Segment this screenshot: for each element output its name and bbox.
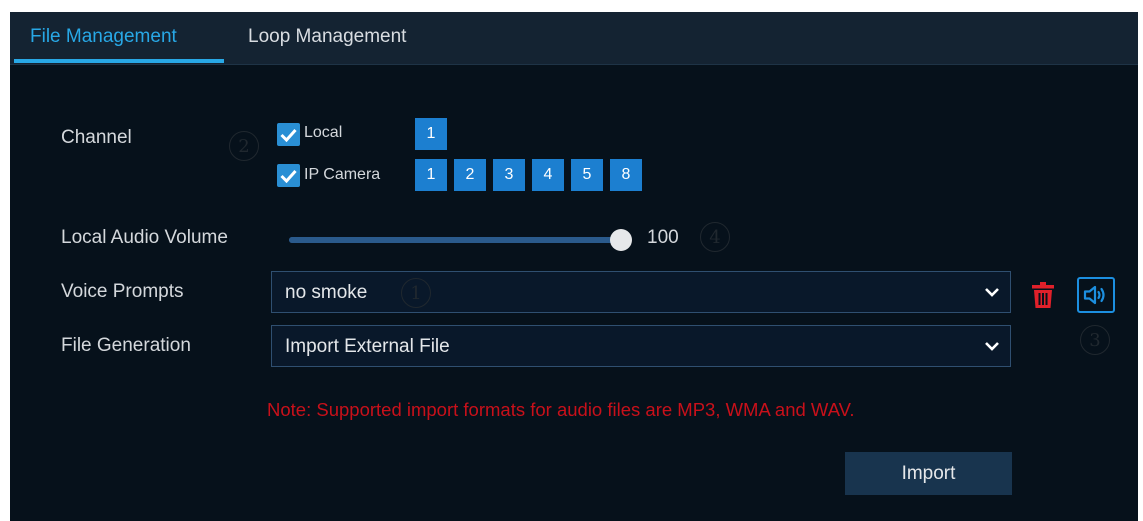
- volume-label: Local Audio Volume: [61, 227, 228, 248]
- ip-camera-label: IP Camera: [304, 166, 381, 183]
- tab-bar: File Management Loop Management: [10, 12, 1138, 65]
- ip-channel-3[interactable]: 3: [493, 159, 525, 191]
- chevron-down-icon: [984, 284, 1000, 305]
- local-checkbox[interactable]: [277, 123, 300, 146]
- local-channel-1[interactable]: 1: [415, 118, 447, 150]
- ip-channel-5[interactable]: 5: [571, 159, 603, 191]
- checkmark-icon: [280, 128, 297, 142]
- local-label: Local: [304, 124, 343, 141]
- import-button[interactable]: Import: [845, 452, 1012, 495]
- volume-slider-fill: [289, 237, 621, 243]
- import-format-note: Note: Supported import formats for audio…: [267, 399, 855, 420]
- volume-slider[interactable]: [289, 229, 632, 251]
- delete-button[interactable]: [1030, 280, 1056, 310]
- file-generation-select[interactable]: Import External File: [271, 325, 1011, 367]
- file-generation-label: File Generation: [61, 335, 191, 356]
- voice-prompts-value: no smoke: [285, 282, 368, 303]
- ip-channel-1[interactable]: 1: [415, 159, 447, 191]
- file-management-panel: File Management Loop Management Channel …: [10, 12, 1138, 521]
- ip-channel-2[interactable]: 2: [454, 159, 486, 191]
- active-tab-indicator: [14, 59, 224, 63]
- ip-channel-4[interactable]: 4: [532, 159, 564, 191]
- callout-marker-1: 1: [401, 278, 431, 308]
- ip-channel-8[interactable]: 8: [610, 159, 642, 191]
- callout-marker-3: 3: [1080, 325, 1110, 355]
- channel-label: Channel: [61, 127, 132, 148]
- tab-file-management[interactable]: File Management: [30, 26, 177, 48]
- callout-marker-4: 4: [700, 222, 730, 252]
- file-generation-value: Import External File: [285, 336, 450, 357]
- callout-marker-2: 2: [229, 131, 259, 161]
- tab-loop-management[interactable]: Loop Management: [248, 26, 406, 48]
- volume-slider-thumb[interactable]: [610, 229, 632, 251]
- chevron-down-icon: [984, 338, 1000, 359]
- voice-prompts-select[interactable]: no smoke: [271, 271, 1011, 313]
- volume-value: 100: [647, 227, 679, 248]
- speaker-icon: [1083, 285, 1105, 305]
- checkmark-icon: [280, 169, 297, 183]
- trash-icon: [1032, 282, 1054, 308]
- voice-prompts-label: Voice Prompts: [61, 281, 184, 302]
- play-prompt-button[interactable]: [1077, 277, 1115, 313]
- ip-camera-checkbox[interactable]: [277, 164, 300, 187]
